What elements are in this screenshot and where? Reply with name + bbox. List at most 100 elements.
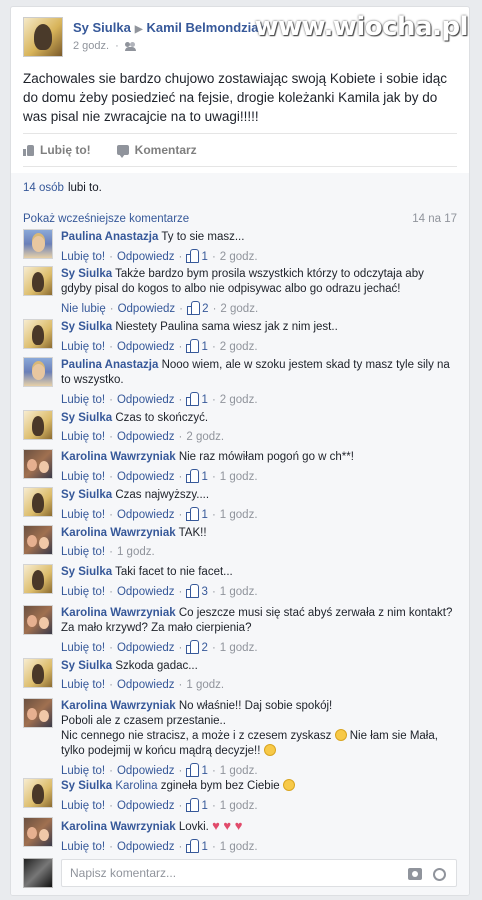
- comment-like-button[interactable]: Lubię to!: [61, 840, 105, 855]
- comment-author[interactable]: Karolina Wawrzyniak: [61, 700, 176, 712]
- comment-reply-button[interactable]: Odpowiedz: [117, 799, 175, 814]
- comment-author[interactable]: Sy Siulka: [61, 780, 112, 792]
- show-previous-comments[interactable]: Pokaż wcześniejsze komentarze: [23, 213, 189, 225]
- comment-author[interactable]: Karolina Wawrzyniak: [61, 527, 176, 539]
- comment-input[interactable]: Napisz komentarz...: [61, 859, 457, 887]
- comment-time[interactable]: 1 godz.: [220, 840, 258, 855]
- commenter-avatar[interactable]: [23, 698, 53, 728]
- comment-like-button[interactable]: Lubię to!: [61, 508, 105, 523]
- commenter-avatar[interactable]: [23, 266, 53, 296]
- comment-author[interactable]: Sy Siulka: [61, 321, 112, 333]
- comment-button[interactable]: Komentarz: [116, 143, 197, 158]
- comment-like-button[interactable]: Lubię to!: [61, 799, 105, 814]
- comment-like-button[interactable]: Lubię to!: [61, 545, 105, 560]
- comment-author[interactable]: Paulina Anastazja: [61, 359, 158, 371]
- thumbs-up-icon: [186, 640, 200, 654]
- comment-author[interactable]: Sy Siulka: [61, 489, 112, 501]
- comment-likes-count[interactable]: 1: [186, 798, 208, 814]
- comment-time[interactable]: 1 godz.: [117, 545, 155, 560]
- author-name[interactable]: Sy Siulka: [73, 20, 131, 35]
- comment-message: zgineła bym bez Ciebie: [160, 780, 280, 792]
- post-actions: Lubię to! Komentarz: [23, 133, 457, 167]
- commenter-avatar[interactable]: [23, 778, 53, 808]
- commenter-avatar[interactable]: [23, 658, 53, 688]
- commenter-avatar[interactable]: [23, 319, 53, 349]
- comment-author[interactable]: Karolina Wawrzyniak: [61, 821, 176, 833]
- commenter-avatar[interactable]: [23, 487, 53, 517]
- comment-likes-count[interactable]: 1: [186, 469, 208, 485]
- comment-author[interactable]: Sy Siulka: [61, 268, 112, 280]
- thumbs-up-icon: [186, 798, 200, 812]
- like-button[interactable]: Lubię to!: [23, 143, 91, 157]
- likes-count-link[interactable]: 14 osób: [23, 182, 64, 194]
- comment-reply-button[interactable]: Odpowiedz: [117, 641, 175, 656]
- comment-reply-button[interactable]: Odpowiedz: [117, 508, 175, 523]
- comment-reply-button[interactable]: Odpowiedz: [117, 470, 175, 485]
- comment-author[interactable]: Sy Siulka: [61, 660, 112, 672]
- friends-icon[interactable]: [124, 41, 137, 51]
- comment-likes-count[interactable]: 2: [186, 301, 209, 317]
- comment-time[interactable]: 1 godz.: [220, 764, 258, 779]
- comment-author[interactable]: Sy Siulka: [61, 566, 112, 578]
- commenter-avatar[interactable]: [23, 817, 53, 847]
- comment-likes-count[interactable]: 1: [186, 839, 208, 855]
- comment-mention[interactable]: Karolina: [115, 780, 157, 792]
- target-name[interactable]: Kamil Belmondziak: [147, 20, 266, 35]
- comment-time[interactable]: 1 godz.: [220, 641, 258, 656]
- commenter-avatar[interactable]: [23, 229, 53, 259]
- comment-text: Sy Siulka Także bardzo bym prosila wszys…: [61, 267, 457, 297]
- comment-like-button[interactable]: Lubię to!: [61, 340, 105, 355]
- comment-likes-count[interactable]: 1: [186, 507, 208, 523]
- comment-time[interactable]: 1 godz.: [220, 585, 258, 600]
- dot: ·: [179, 302, 183, 315]
- comment-time[interactable]: 1 godz.: [220, 508, 258, 523]
- comment-reply-button[interactable]: Odpowiedz: [117, 585, 175, 600]
- comment-likes-count[interactable]: 1: [186, 249, 208, 265]
- comment-time[interactable]: 2 godz.: [220, 250, 258, 265]
- camera-icon[interactable]: [408, 868, 422, 880]
- comment-likes-count[interactable]: 1: [186, 763, 208, 779]
- comment-author[interactable]: Sy Siulka: [61, 412, 112, 424]
- comment-reply-button[interactable]: Odpowiedz: [117, 250, 175, 265]
- emoji-icon[interactable]: [433, 868, 446, 881]
- comment-author[interactable]: Karolina Wawrzyniak: [61, 451, 176, 463]
- comment-likes-count[interactable]: 1: [186, 392, 208, 408]
- comment-reply-button[interactable]: Odpowiedz: [117, 393, 175, 408]
- comment-likes-count[interactable]: 1: [186, 339, 208, 355]
- commenter-avatar[interactable]: [23, 449, 53, 479]
- comment-time[interactable]: 1 godz.: [220, 799, 258, 814]
- comment-like-button[interactable]: Nie lubię: [61, 302, 106, 317]
- commenter-avatar[interactable]: [23, 605, 53, 635]
- comment-reply-button[interactable]: Odpowiedz: [117, 764, 175, 779]
- comment-author[interactable]: Karolina Wawrzyniak: [61, 607, 176, 619]
- comment-like-button[interactable]: Lubię to!: [61, 585, 105, 600]
- comment-reply-button[interactable]: Odpowiedz: [117, 340, 175, 355]
- comment-likes-count[interactable]: 2: [186, 640, 208, 656]
- comment-time[interactable]: 1 godz.: [220, 470, 258, 485]
- comment-time[interactable]: 2 godz.: [220, 302, 258, 317]
- comment-like-button[interactable]: Lubię to!: [61, 430, 105, 445]
- comment-meta: Lubię to! · Odpowiedz · 1 · 1 godz.: [61, 763, 457, 779]
- comment-like-button[interactable]: Lubię to!: [61, 470, 105, 485]
- comment-time[interactable]: 1 godz.: [186, 678, 224, 693]
- comment-like-button[interactable]: Lubię to!: [61, 764, 105, 779]
- post-time[interactable]: 2 godz.: [73, 40, 109, 52]
- comment-reply-button[interactable]: Odpowiedz: [117, 678, 175, 693]
- comment-time[interactable]: 2 godz.: [220, 340, 258, 355]
- comment-like-button[interactable]: Lubię to!: [61, 641, 105, 656]
- comment-like-button[interactable]: Lubię to!: [61, 250, 105, 265]
- author-avatar[interactable]: [23, 17, 63, 57]
- comment-reply-button[interactable]: Odpowiedz: [117, 430, 175, 445]
- comment-author[interactable]: Paulina Anastazja: [61, 231, 158, 243]
- comment-like-button[interactable]: Lubię to!: [61, 393, 105, 408]
- comment-reply-button[interactable]: Odpowiedz: [118, 302, 176, 317]
- commenter-avatar[interactable]: [23, 357, 53, 387]
- comment-reply-button[interactable]: Odpowiedz: [117, 840, 175, 855]
- commenter-avatar[interactable]: [23, 410, 53, 440]
- comment-time[interactable]: 2 godz.: [186, 430, 224, 445]
- commenter-avatar[interactable]: [23, 525, 53, 555]
- comment-time[interactable]: 2 godz.: [220, 393, 258, 408]
- comment-like-button[interactable]: Lubię to!: [61, 678, 105, 693]
- commenter-avatar[interactable]: [23, 564, 53, 594]
- comment-likes-count[interactable]: 3: [186, 584, 208, 600]
